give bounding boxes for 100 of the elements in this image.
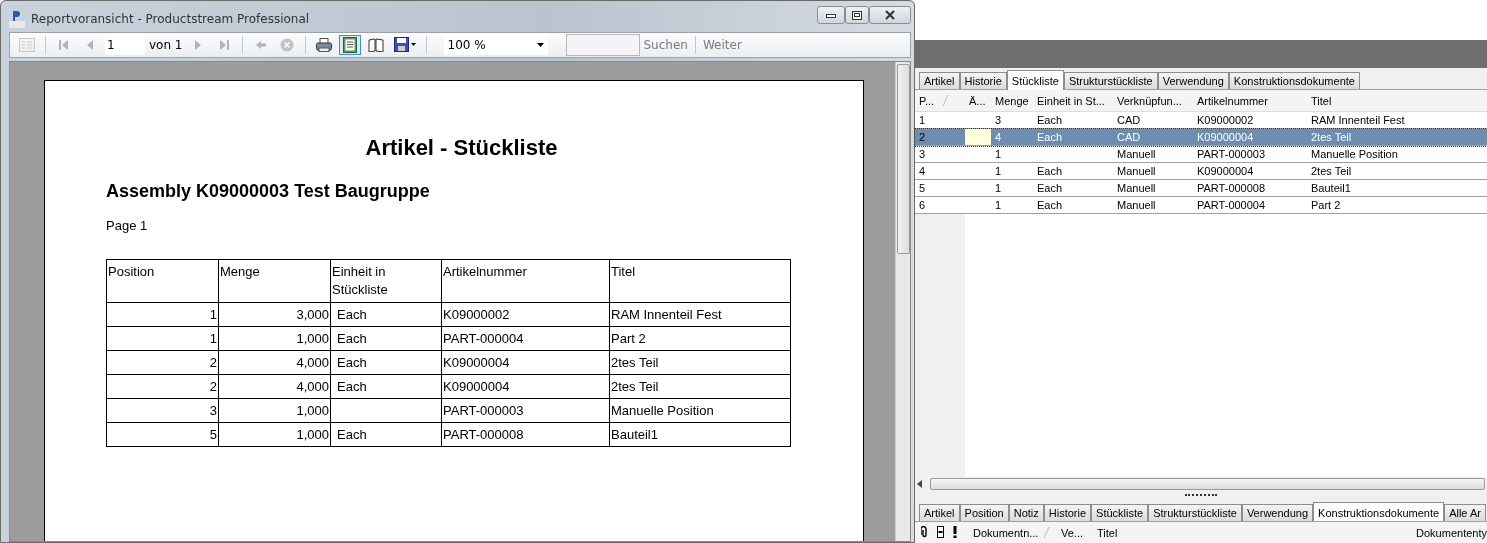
tab[interactable]: Stückliste (1006, 70, 1064, 90)
grid-cell-text: PART-000008 (1196, 181, 1267, 196)
search-link[interactable]: Suchen (643, 38, 688, 52)
table-cell: K09000002 (441, 302, 610, 327)
table-cell: 2tes Teil (609, 374, 791, 399)
column-header[interactable]: Ä... (965, 94, 991, 107)
table-cell: 1,000 (218, 398, 331, 423)
zoom-dropdown[interactable]: 100 % (443, 35, 548, 55)
column-header[interactable]: P... (919, 94, 935, 107)
grid-cell-text: Manuell (1116, 198, 1157, 213)
document-map-icon (19, 38, 35, 52)
table-cell: 3 (106, 398, 219, 423)
report-title: Artikel - Stückliste (364, 135, 559, 161)
column-header[interactable]: Dokumententy (1412, 526, 1487, 539)
grid-cell-text: 1 (994, 147, 1003, 162)
grid-cell-text: Manuell (1116, 164, 1157, 179)
next-link[interactable]: Weiter (702, 38, 742, 52)
minimize-button[interactable] (817, 6, 845, 24)
grid-cell-text: 2 (918, 130, 927, 145)
close-button[interactable] (869, 6, 911, 24)
column-header[interactable]: Verknüpfun... (1113, 94, 1193, 107)
grid-cell-text: Manuell (1116, 147, 1157, 162)
table-cell: Each (330, 374, 442, 399)
table-cell: Each (330, 422, 442, 447)
book-icon (367, 38, 384, 52)
column-header: Position (106, 259, 219, 303)
sort-indicator-icon (1043, 527, 1050, 538)
splitter-grip[interactable] (1185, 491, 1217, 496)
grid-cell-text: Each (1036, 198, 1064, 213)
table-cell: Bauteil1 (609, 422, 791, 447)
tab[interactable]: Strukturstückliste (1148, 504, 1242, 521)
table-cell: PART-000008 (441, 422, 610, 447)
table-cell: K09000004 (441, 374, 610, 399)
tab[interactable]: Notiz (1008, 504, 1044, 521)
table-cell: Part 2 (609, 326, 791, 351)
tab[interactable]: Konstruktionsdokumente (1313, 502, 1445, 521)
grid-cell-text: 3 (994, 113, 1003, 128)
grid-cell-text: Each (1036, 113, 1064, 128)
horizontal-scrollbar[interactable] (915, 477, 1487, 491)
grid-cell-text: PART-000003 (1196, 147, 1267, 162)
grid-cell-text: Manuelle Position (1310, 147, 1399, 162)
column-header[interactable]: Titel (1093, 526, 1413, 539)
table-cell: 2 (106, 350, 219, 375)
tab[interactable]: Stückliste (1091, 504, 1149, 521)
printer-icon (315, 38, 332, 52)
table-cell: 2tes Teil (609, 350, 791, 375)
tab[interactable]: Artikel (919, 72, 960, 89)
last-page-icon (218, 39, 229, 51)
dropdown-caret-icon (536, 43, 544, 47)
maximize-button[interactable] (845, 6, 869, 24)
column-header[interactable]: Titel (1307, 94, 1487, 107)
grid-cell-text: 1 (918, 113, 927, 128)
table-cell: Each (330, 350, 442, 375)
grid-cell-text: PART-000004 (1196, 198, 1267, 213)
column-header: Titel (609, 259, 791, 303)
report-subtitle: Assembly K09000003 Test Baugruppe (106, 181, 431, 202)
tab[interactable]: Position (959, 504, 1009, 521)
grid-cell-text: Bauteil1 (1310, 181, 1352, 196)
sort-indicator-icon (942, 95, 950, 106)
table-cell: 1 (106, 302, 219, 327)
page-count-label: von 1 (149, 38, 183, 52)
tab[interactable]: Artikel (919, 504, 960, 521)
table-cell: 4,000 (218, 350, 331, 375)
tab[interactable]: Verwendung (1157, 72, 1229, 89)
column-header[interactable]: Dokumentn... (969, 526, 1043, 539)
grid-cell-text: 1 (994, 164, 1003, 179)
table-cell: 4,000 (218, 374, 331, 399)
first-page-icon (59, 39, 69, 51)
page-number-field[interactable]: 1 (105, 35, 145, 55)
grid-cell-text: K09000004 (1196, 130, 1255, 145)
scroll-left-icon (917, 480, 922, 488)
column-header[interactable]: Artikelnummer (1193, 94, 1307, 107)
tab[interactable]: Strukturstückliste (1063, 72, 1158, 89)
table-cell: PART-000004 (441, 326, 610, 351)
next-page-icon (193, 39, 202, 51)
column-header[interactable]: Ve... (1057, 526, 1093, 539)
page-layout-button[interactable] (338, 35, 361, 55)
search-field[interactable] (565, 34, 640, 56)
tab[interactable]: Historie (1043, 504, 1092, 521)
lock-icon (937, 526, 944, 538)
grid-cell-text: 1 (994, 198, 1003, 213)
vertical-scrollbar[interactable] (895, 62, 910, 541)
tab[interactable]: Historie (959, 72, 1007, 89)
grid-cell-text: 5 (918, 181, 927, 196)
grid-cell-text: K09000002 (1196, 113, 1255, 128)
table-cell: 1 (106, 326, 219, 351)
column-header[interactable]: Menge (991, 94, 1033, 107)
table-cell: Each (330, 302, 442, 327)
window-title: Reportvoransicht - Productstream Professional (31, 12, 311, 26)
tab[interactable]: Konstruktionsdokumente (1228, 72, 1360, 89)
edit-cell (965, 129, 991, 145)
grid-row[interactable]: 2 4 Each CAD K09000004 2tes Teil (915, 129, 1487, 146)
grid-cell-text: Each (1036, 164, 1064, 179)
tab[interactable]: Verwendung (1241, 504, 1314, 521)
tab[interactable]: Alle Ar (1444, 504, 1486, 521)
column-header[interactable]: Einheit in St... (1033, 94, 1113, 107)
table-cell: 2 (106, 374, 219, 399)
table-cell: PART-000003 (441, 398, 610, 423)
back-arrow-icon (254, 40, 267, 50)
column-header: Artikelnummer (441, 259, 610, 303)
